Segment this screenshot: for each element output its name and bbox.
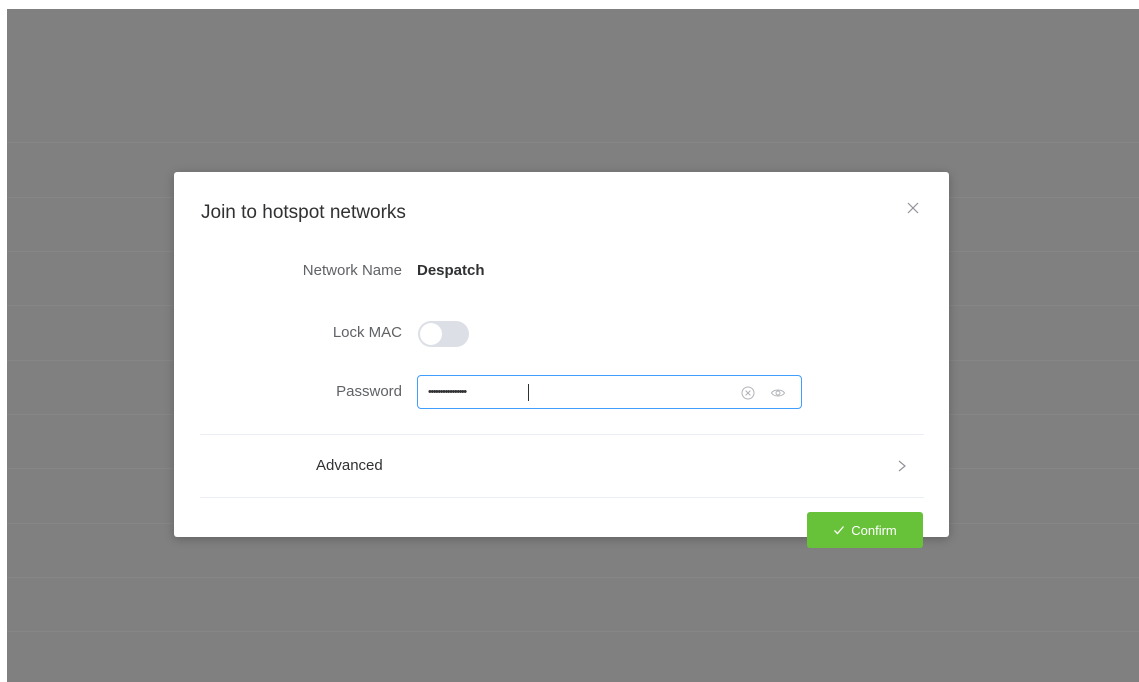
text-cursor (528, 384, 529, 401)
confirm-button[interactable]: Confirm (807, 512, 923, 548)
background-row-divider (7, 142, 1139, 143)
clear-circle-icon (741, 386, 755, 400)
clear-button[interactable] (740, 385, 756, 401)
show-password-button[interactable] (770, 385, 786, 401)
confirm-label: Confirm (851, 522, 897, 538)
close-icon (907, 202, 919, 214)
close-button[interactable] (903, 198, 923, 218)
advanced-collapse-header[interactable]: Advanced (200, 435, 924, 497)
network-name-label: Network Name (302, 262, 402, 279)
toggle-knob (420, 323, 442, 345)
password-label: Password (336, 383, 402, 400)
password-masked-value: •••••••••••••••• (428, 386, 467, 398)
background-row-divider (7, 631, 1139, 632)
password-input[interactable]: •••••••••••••••• (417, 375, 802, 409)
lock-mac-toggle[interactable] (418, 321, 469, 347)
chevron-right-icon (898, 460, 906, 472)
advanced-label: Advanced (316, 457, 383, 474)
background-row-divider (7, 577, 1139, 578)
join-hotspot-dialog: Join to hotspot networks Network Name De… (174, 172, 949, 548)
eye-icon (770, 389, 786, 397)
dialog-title: Join to hotspot networks (201, 202, 406, 223)
section-divider (200, 497, 924, 498)
check-icon (834, 526, 845, 535)
lock-mac-label: Lock MAC (332, 324, 402, 341)
network-name-value: Despatch (417, 262, 485, 279)
